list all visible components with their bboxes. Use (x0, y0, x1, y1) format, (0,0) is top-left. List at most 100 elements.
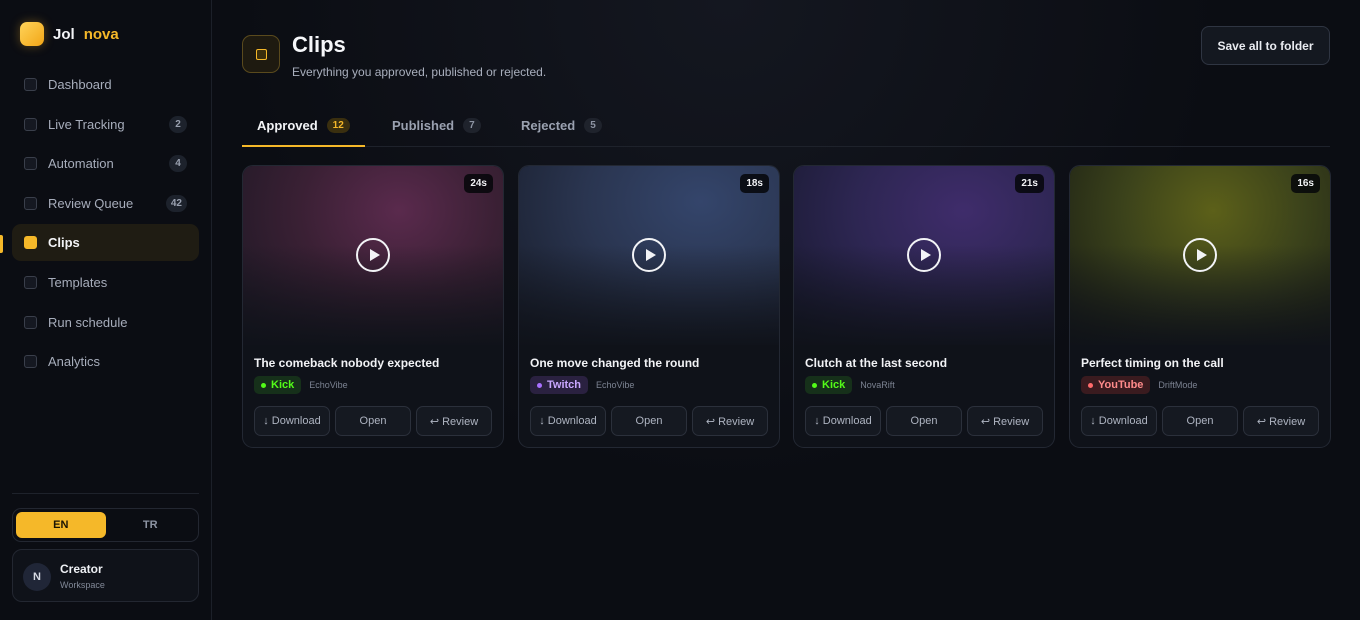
language-switcher: EN TR (12, 508, 199, 542)
sidebar-item-analytics[interactable]: Analytics (12, 343, 199, 380)
tab-approved[interactable]: Approved 12 (242, 104, 365, 147)
card-actions: ↓ Download Open ↩ Review (805, 406, 1048, 436)
tab-rejected[interactable]: Rejected 5 (506, 104, 617, 146)
play-icon[interactable] (907, 238, 941, 272)
play-icon[interactable] (356, 238, 390, 272)
clips-icon (24, 236, 37, 250)
clip-title: Perfect timing on the call (1081, 356, 1224, 370)
download-button[interactable]: ↓ Download (805, 406, 881, 436)
count-badge: 2 (169, 115, 187, 133)
brand-name-part1: Jol (53, 25, 75, 43)
sidebar-item-dashboard[interactable]: Dashboard (12, 66, 199, 103)
download-button[interactable]: ↓ Download (254, 406, 330, 436)
review-queue-icon (24, 196, 37, 210)
user-card[interactable]: N Creator Workspace (12, 549, 199, 602)
sidebar-item-label: Dashboard (48, 77, 112, 92)
open-button[interactable]: Open (1162, 406, 1238, 436)
tab-count: 7 (463, 117, 481, 133)
download-button[interactable]: ↓ Download (1081, 406, 1157, 436)
download-button[interactable]: ↓ Download (530, 406, 606, 436)
clip-card[interactable]: 16s Perfect timing on the call YouTube D… (1069, 165, 1331, 448)
sidebar-item-live-tracking[interactable]: Live Tracking 2 (12, 106, 199, 143)
brand-name-part2: nova (83, 25, 119, 43)
card-actions: ↓ Download Open ↩ Review (530, 406, 773, 436)
clip-meta: YouTube DriftMode (1081, 376, 1197, 394)
user-name: Creator (60, 562, 103, 576)
review-button[interactable]: ↩ Review (967, 406, 1043, 436)
clip-title: One move changed the round (530, 356, 700, 370)
sidebar-item-label: Run schedule (48, 314, 128, 330)
tab-label: Rejected (521, 117, 576, 133)
save-all-button[interactable]: Save all to folder (1201, 26, 1330, 65)
avatar: N (23, 563, 51, 591)
status-dot-icon (537, 382, 542, 388)
play-icon[interactable] (1183, 238, 1217, 272)
platform-label: YouTube (1098, 379, 1144, 391)
review-button[interactable]: ↩ Review (1243, 406, 1319, 436)
user-role: Workspace (60, 580, 105, 590)
platform-label: Twitch (547, 379, 582, 391)
lang-tr-button[interactable]: TR (106, 512, 196, 538)
channel-name: EchoVibe (596, 380, 635, 390)
status-dot-icon (812, 382, 817, 388)
clip-meta: Kick EchoVibe (254, 376, 348, 394)
templates-icon (24, 275, 37, 289)
duration-badge: 21s (1015, 174, 1044, 193)
brand[interactable]: Jol nova (20, 22, 119, 46)
sidebar-item-label: Live Tracking (48, 116, 125, 132)
review-button[interactable]: ↩ Review (692, 406, 768, 436)
brand-logo-icon (20, 22, 44, 46)
sidebar-item-automation[interactable]: Automation 4 (12, 145, 199, 182)
clip-title: The comeback nobody expected (254, 356, 440, 370)
lang-en-button[interactable]: EN (16, 512, 106, 538)
channel-name: DriftMode (1158, 380, 1198, 390)
sidebar-item-clips[interactable]: Clips (12, 224, 199, 262)
card-actions: ↓ Download Open ↩ Review (254, 406, 497, 436)
sidebar-item-label: Automation (48, 156, 114, 172)
play-icon[interactable] (632, 238, 666, 272)
clip-card[interactable]: 24s The comeback nobody expected Kick Ec… (242, 165, 504, 448)
dashboard-icon (24, 78, 37, 91)
sidebar-item-label: Clips (48, 235, 80, 251)
channel-name: EchoVibe (309, 380, 348, 390)
open-button[interactable]: Open (886, 406, 962, 436)
sidebar-item-label: Analytics (48, 354, 101, 370)
clip-meta: Kick NovaRift (805, 376, 895, 394)
clip-card[interactable]: 18s One move changed the round Twitch Ec… (518, 165, 780, 448)
analytics-icon (24, 355, 37, 369)
page-title: Clips (292, 32, 346, 57)
status-dot-icon (1088, 382, 1093, 388)
count-badge: 4 (169, 155, 187, 173)
platform-tag: Kick (254, 376, 302, 394)
clip-card[interactable]: 21s Clutch at the last second Kick NovaR… (793, 165, 1055, 448)
tab-label: Approved (257, 117, 318, 133)
clip-title: Clutch at the last second (805, 356, 948, 370)
tab-count: 12 (326, 117, 350, 133)
count-badge: 42 (165, 194, 187, 212)
sidebar-item-templates[interactable]: Templates (12, 264, 199, 301)
clips-title-icon (242, 35, 280, 73)
review-button[interactable]: ↩ Review (416, 406, 492, 436)
run-schedule-icon (24, 315, 37, 329)
platform-tag: Twitch (530, 376, 589, 394)
sidebar-item-label: Templates (48, 274, 108, 290)
sidebar-divider (12, 493, 199, 494)
page-subtitle: Everything you approved, published or re… (292, 65, 547, 79)
platform-label: Kick (271, 379, 295, 391)
open-button[interactable]: Open (611, 406, 687, 436)
open-button[interactable]: Open (335, 406, 411, 436)
sidebar-item-review-queue[interactable]: Review Queue 42 (12, 185, 199, 222)
tab-bar: Approved 12 Published 7 Rejected 5 (242, 104, 1330, 147)
automation-icon (24, 157, 37, 171)
platform-tag: Kick (805, 376, 853, 394)
live-tracking-icon (24, 117, 37, 131)
duration-badge: 18s (740, 174, 769, 193)
tab-published[interactable]: Published 7 (377, 104, 496, 146)
duration-badge: 16s (1291, 174, 1320, 193)
card-actions: ↓ Download Open ↩ Review (1081, 406, 1324, 436)
tab-label: Published (392, 117, 455, 133)
sidebar-item-label: Review Queue (48, 195, 134, 211)
sidebar-item-run-schedule[interactable]: Run schedule (12, 304, 199, 341)
platform-tag: YouTube (1081, 376, 1151, 394)
channel-name: NovaRift (860, 380, 895, 390)
